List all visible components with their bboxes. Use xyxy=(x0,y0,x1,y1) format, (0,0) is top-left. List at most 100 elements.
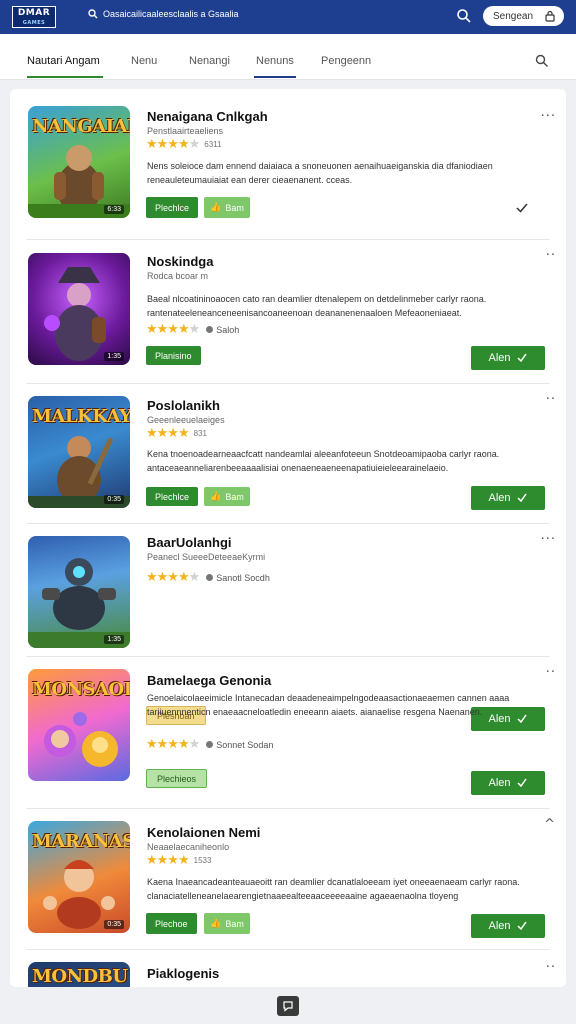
game-description: Genoelaicolaeeimicle Intanecadan deaaden… xyxy=(147,693,510,717)
like-button[interactable]: 👍 Bam xyxy=(204,197,250,218)
game-thumbnail[interactable]: MONSAOIS xyxy=(28,669,130,781)
action-button[interactable]: Alen xyxy=(471,914,545,938)
game-thumbnail[interactable]: MARANAS 0:35 xyxy=(28,821,130,933)
more-options-icon[interactable]: ·· xyxy=(546,665,556,680)
rating: ★★★★ 1533 xyxy=(146,853,211,868)
rating: ★★★★★ Saloh xyxy=(146,322,239,337)
action-label: Alen xyxy=(488,352,511,364)
separator-dot xyxy=(206,574,214,581)
game-thumbnail[interactable]: MALKKAY 0:35 xyxy=(28,396,130,508)
duration-badge: 0:35 xyxy=(104,495,124,504)
app-logo[interactable]: DMAR GAMES xyxy=(12,6,56,28)
logo-subtext: GAMES xyxy=(22,20,46,26)
like-button[interactable]: 👍 Bam xyxy=(204,913,250,934)
game-title[interactable]: Kenolaionen Nemi xyxy=(147,825,260,840)
thumbnail-title: MARANAS xyxy=(32,831,130,852)
action-button[interactable]: Alen xyxy=(471,486,545,510)
more-options-icon[interactable]: ··· xyxy=(541,532,556,547)
action-button[interactable]: Alen xyxy=(471,771,545,795)
duration-badge: 0:35 xyxy=(104,920,124,929)
rating-count: 6311 xyxy=(204,140,222,149)
thumbnail-title: NANGAIAN xyxy=(32,116,130,137)
play-button[interactable]: Planisino xyxy=(146,346,201,365)
play-button[interactable]: Plechoe xyxy=(146,913,197,934)
game-thumbnail[interactable]: 1:35 xyxy=(28,536,130,648)
divider xyxy=(26,383,550,384)
like-label: Bam xyxy=(225,202,244,213)
search-icon[interactable] xyxy=(535,54,549,73)
more-options-icon[interactable]: ··· xyxy=(541,109,556,124)
star-rating-icon: ★★★★★ xyxy=(146,737,200,752)
game-title[interactable]: Piaklogenis xyxy=(147,966,219,981)
action-label: Alen xyxy=(488,492,511,504)
game-title[interactable]: Poslolanikh xyxy=(147,398,220,413)
rating-count: 1533 xyxy=(193,856,212,865)
search-icon[interactable] xyxy=(456,8,472,29)
game-thumbnail[interactable]: MONDBU xyxy=(28,962,130,987)
game-subtitle: Geeenleeuelaeiges xyxy=(147,415,225,425)
rating-meta-text: Sanotl Socdh xyxy=(216,572,270,583)
rating: ★★★★★ Sanotl Socdh xyxy=(146,570,270,585)
thumbs-up-icon: 👍 xyxy=(210,918,222,928)
more-options-icon[interactable]: ·· xyxy=(546,392,556,407)
tab-nautari-angam[interactable]: Nautari Angam xyxy=(27,55,100,67)
game-thumbnail[interactable]: 1:35 xyxy=(28,253,130,365)
category-tabs: Nautari Angam Nenu Nenangi Nenuns Pengee… xyxy=(0,34,576,80)
game-title[interactable]: Noskindga xyxy=(147,254,213,269)
rating-meta-text: Sonnet Sodan xyxy=(216,739,274,750)
more-options-icon[interactable]: ·· xyxy=(546,960,556,975)
game-subtitle: Peanecl SueeeDeteeaeKyrmi xyxy=(147,552,266,562)
play-button[interactable]: Plechlce xyxy=(146,487,199,506)
floating-action-button[interactable] xyxy=(277,996,299,1016)
game-title[interactable]: Nenaigana Cnlkgah xyxy=(147,109,268,124)
logo-text: DMAR xyxy=(17,8,51,18)
play-button[interactable]: Plechlce xyxy=(146,197,199,218)
tab-nenuns-indicator xyxy=(254,76,296,78)
more-options-icon[interactable]: ·· xyxy=(546,248,556,263)
game-title[interactable]: BaarUolanhgi xyxy=(147,535,232,550)
tab-pengeenn[interactable]: Pengeenn xyxy=(321,55,371,67)
game-description: Baeal nlcoatininoaocen cato ran deamlier… xyxy=(147,294,487,318)
divider xyxy=(26,523,550,524)
tab-nenu[interactable]: Nenu xyxy=(131,55,157,67)
divider xyxy=(26,239,550,240)
thumbnail-title: MONSAOIS xyxy=(32,679,130,700)
header-search-text: Oasaicailicaaleesclaalis a Gsaalia xyxy=(103,9,239,19)
rating: ★★★★ 831 xyxy=(146,426,207,441)
divider xyxy=(26,949,550,950)
top-header: DMAR GAMES Oasaicailicaaleesclaalis a Gs… xyxy=(0,0,576,34)
action-label: Alen xyxy=(488,777,511,789)
game-title[interactable]: Bamelaega Genonia xyxy=(147,673,271,688)
rating-count: 831 xyxy=(193,429,207,438)
sign-in-label: Sengean xyxy=(493,10,534,22)
rating: ★★★★★ Sonnet Sodan xyxy=(146,737,273,752)
check-icon[interactable] xyxy=(515,201,529,215)
action-label: Alen xyxy=(488,920,511,932)
action-button[interactable]: Alen xyxy=(471,346,545,370)
game-thumbnail[interactable]: NANGAIAN 6:33 xyxy=(28,106,130,218)
sign-in-button[interactable]: Sengean xyxy=(483,6,564,26)
duration-badge: 1:35 xyxy=(104,635,124,644)
header-search-bar[interactable]: Oasaicailicaaleesclaalis a Gsaalia xyxy=(88,9,239,19)
game-description: Nens soleioce dam ennend daiaiaca a snon… xyxy=(147,161,493,185)
thumbnail-title: MONDBU xyxy=(32,966,128,987)
like-button[interactable]: 👍 Bam xyxy=(204,487,250,506)
separator-dot xyxy=(206,326,214,333)
star-rating-icon: ★★★★ xyxy=(146,426,190,441)
download-button[interactable]: Plechieos xyxy=(146,769,208,788)
divider xyxy=(26,656,550,657)
star-rating-icon: ★★★★★ xyxy=(146,570,200,585)
thumbnail-title: MALKKAY xyxy=(32,406,130,427)
thumbs-up-icon: 👍 xyxy=(210,491,222,501)
tab-nenuns[interactable]: Nenuns xyxy=(256,55,294,67)
rating-meta: Saloh xyxy=(203,325,239,335)
tab-nenangi[interactable]: Nenangi xyxy=(189,55,230,67)
check-icon xyxy=(516,353,527,363)
like-label: Bam xyxy=(225,491,244,502)
divider xyxy=(26,808,550,809)
rating-meta-text: Saloh xyxy=(216,324,240,335)
game-subtitle: Penstlaairteaeliens xyxy=(147,126,224,136)
more-options-icon[interactable]: ^ xyxy=(544,817,556,832)
chat-icon xyxy=(283,1001,293,1012)
separator-dot xyxy=(206,741,214,748)
